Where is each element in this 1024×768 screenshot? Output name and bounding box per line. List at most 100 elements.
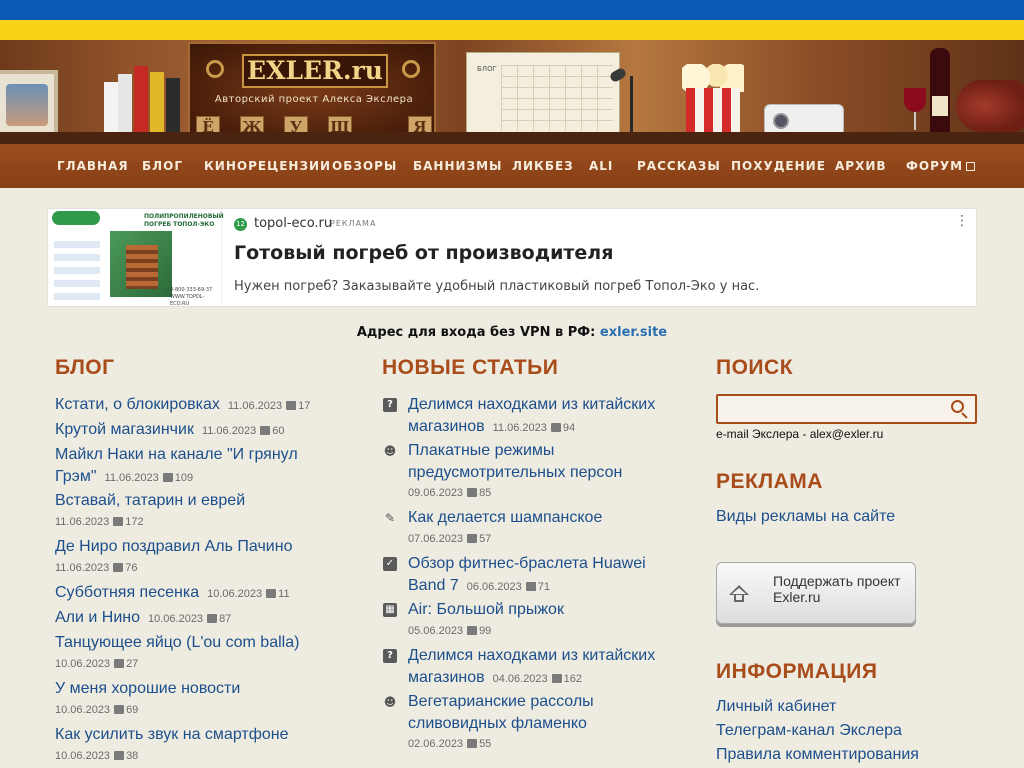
header-banner: EXLER.ru Авторский проект Алекса Экслера… xyxy=(0,40,1024,144)
comment-icon xyxy=(207,614,218,623)
article-item-title[interactable]: Вегетарианские рассолы xyxy=(408,693,594,710)
nav-item-bannizmy[interactable]: БАННИЗМЫ xyxy=(413,144,502,188)
ring-icon xyxy=(402,60,420,78)
blog-item[interactable]: Кстати, о блокировках 11.06.2023 17 xyxy=(55,394,355,417)
article-item-title[interactable]: Делимся находками из китайских xyxy=(408,647,655,664)
pencil-icon: ✎ xyxy=(384,511,396,525)
info-link-telegram[interactable]: Телеграм-канал Экслера xyxy=(716,722,902,740)
blog-item[interactable]: Вставай, татарин и еврей xyxy=(55,490,355,512)
article-item[interactable]: Делимся находками из китайских магазинов 1… xyxy=(408,394,698,439)
nav-item-likbez[interactable]: ЛИКБЕЗ xyxy=(512,144,574,188)
info-link-rules[interactable]: Правила комментирования xyxy=(716,746,919,764)
article-item-title-cont[interactable]: магазинов xyxy=(408,418,485,435)
comment-icon xyxy=(467,739,478,748)
ad-block[interactable]: ПОЛИПРОПИЛЕНОВЫЙ ПОГРЕБ ТОПОЛ-ЭКО 8-800-… xyxy=(47,208,977,307)
blog-item-date: 11.06.2023 xyxy=(104,472,159,484)
ad-image[interactable]: ПОЛИПРОПИЛЕНОВЫЙ ПОГРЕБ ТОПОЛ-ЭКО 8-800-… xyxy=(48,209,224,308)
vpn-notice: Адрес для входа без VPN в РФ: exler.site xyxy=(0,325,1024,340)
nav-item-blog[interactable]: БЛОГ xyxy=(142,144,183,188)
article-item-title-cont[interactable]: магазинов xyxy=(408,669,485,686)
blog-item[interactable]: У меня хорошие новости xyxy=(55,678,355,700)
ad-image-brand-logo xyxy=(52,211,100,225)
article-item-title[interactable]: Делимся находками из китайских xyxy=(408,396,655,413)
ad-description: Нужен погреб? Заказывайте удобный пласти… xyxy=(234,279,760,294)
search-icon[interactable] xyxy=(951,400,969,419)
info-link-cabinet[interactable]: Личный кабинет xyxy=(716,698,836,716)
blog-item-date: 11.06.2023 xyxy=(227,400,283,412)
site-logo[interactable]: EXLER.ru Авторский проект Алекса Экслера xyxy=(188,42,436,142)
ad-image-bullets xyxy=(54,235,100,301)
vpn-link[interactable]: exler.site xyxy=(600,325,667,340)
clapperboard-icon: ▦ xyxy=(383,603,397,617)
nav-item-forum[interactable]: ФОРУМ xyxy=(906,144,976,188)
support-project-button[interactable]: Поддержать проект Exler.ru xyxy=(716,562,916,624)
blog-item[interactable]: Как усилить звук на смартфоне xyxy=(55,724,355,746)
blog-item-title[interactable]: Крутой магазинчик xyxy=(55,421,194,438)
nav-item-reviews[interactable]: КИНОРЕЦЕНЗИИ xyxy=(204,144,331,188)
nav-item-overviews[interactable]: ОБЗОРЫ xyxy=(332,144,397,188)
comment-icon xyxy=(260,426,271,435)
nav-item-home[interactable]: ГЛАВНАЯ xyxy=(57,144,129,188)
article-item-title-cont[interactable]: предусмотрительных персон xyxy=(408,464,622,481)
article-item-comments: 94 xyxy=(562,422,576,434)
article-item[interactable]: Air: Большой прыжок xyxy=(408,599,698,621)
blog-item[interactable]: Субботняя песенка 10.06.2023 11 xyxy=(55,582,355,605)
comment-icon xyxy=(113,563,124,572)
support-project-label: Поддержать проект Exler.ru xyxy=(773,573,901,605)
blog-item-date: 11.06.2023 xyxy=(201,425,257,437)
article-item-title[interactable]: Air: Большой прыжок xyxy=(408,601,564,618)
blog-item[interactable]: Де Ниро поздравил Аль Пачино xyxy=(55,536,355,558)
blog-item[interactable]: Танцующее яйцо (L'ou com balla) xyxy=(55,632,355,654)
ads-heading: РЕКЛАМА xyxy=(716,470,823,493)
article-item[interactable]: Как делается шампанское xyxy=(408,507,698,529)
article-item[interactable]: Плакатные режимы предусмотрительных персо… xyxy=(408,440,698,484)
arrow-up-icon xyxy=(729,585,749,605)
blog-item-title[interactable]: Кстати, о блокировках xyxy=(55,396,220,413)
clipboard-check-icon: ✓ xyxy=(383,557,397,571)
article-item[interactable]: Вегетарианские рассолы сливовидных фламен… xyxy=(408,691,698,735)
article-item-meta: 04.06.2023 162 xyxy=(493,673,582,685)
search-input[interactable] xyxy=(722,399,942,419)
article-item[interactable]: Делимся находками из китайских магазинов 0… xyxy=(408,645,698,690)
nav-item-diet[interactable]: ПОХУДЕНИЕ xyxy=(731,144,826,188)
nav-item-ali[interactable]: ALI xyxy=(589,144,613,188)
blog-item-meta: 11.06.2023 60 xyxy=(202,425,285,437)
article-item-title[interactable]: Плакатные режимы xyxy=(408,442,554,459)
blog-item-title[interactable]: Али и Нино xyxy=(55,609,140,626)
blog-item-comments: 87 xyxy=(219,613,232,625)
smiley-icon: ☻ xyxy=(383,695,397,709)
blog-item-title[interactable]: Де Ниро поздравил Аль Пачино xyxy=(55,538,292,555)
wine-bottle-icon xyxy=(930,48,950,138)
article-item[interactable]: Обзор фитнес-браслета Huawei Band 7 06.06.… xyxy=(408,553,698,598)
blog-item-title[interactable]: У меня хорошие новости xyxy=(55,680,240,697)
ad-image-phone: 8-800-333-69-37 WWW.TOPOL-ECO.RU xyxy=(170,287,221,308)
comment-icon xyxy=(550,423,561,432)
blog-item-comments: 109 xyxy=(174,472,194,484)
ad-source[interactable]: topol-eco.ru xyxy=(254,216,332,231)
article-item-title-cont[interactable]: сливовидных фламенко xyxy=(408,715,587,732)
article-item-title-cont[interactable]: Band 7 xyxy=(408,577,459,594)
article-item-title[interactable]: Как делается шампанское xyxy=(408,509,602,526)
blog-item-title[interactable]: Субботняя песенка xyxy=(55,584,199,601)
blog-item-date: 11.06.2023 xyxy=(55,516,110,528)
nav-item-stories[interactable]: РАССКАЗЫ xyxy=(637,144,721,188)
more-options-icon[interactable]: ⋮ xyxy=(954,213,970,229)
blog-item-title[interactable]: Вставай, татарин и еврей xyxy=(55,492,245,509)
article-item-title[interactable]: Обзор фитнес-браслета Huawei xyxy=(408,555,646,572)
calendar-decoration: БЛОГ xyxy=(466,52,620,138)
article-item-comments: 162 xyxy=(563,673,583,685)
blog-item-title[interactable]: Танцующее яйцо (L'ou com balla) xyxy=(55,634,299,651)
blog-item-title[interactable]: Как усилить звук на смартфоне xyxy=(55,726,288,743)
ham-icon xyxy=(956,80,1024,132)
blog-item-comments: 11 xyxy=(278,588,290,600)
blog-item-title[interactable]: Майкл Наки на канале "И грянул xyxy=(55,446,298,463)
blog-item-date: 10.06.2023 xyxy=(55,704,111,716)
blog-item[interactable]: Крутой магазинчик 11.06.2023 60 xyxy=(55,419,355,442)
nav-item-archive[interactable]: АРХИВ xyxy=(835,144,887,188)
ad-title[interactable]: Готовый погреб от производителя xyxy=(234,242,613,264)
blog-item[interactable]: Майкл Наки на канале "И грянул Грэм" 11.06… xyxy=(55,444,355,489)
blog-item[interactable]: Али и Нино 10.06.2023 87 xyxy=(55,607,355,630)
ads-link[interactable]: Виды рекламы на сайте xyxy=(716,508,895,526)
article-item-comments: 57 xyxy=(479,533,492,545)
blog-item-title-cont[interactable]: Грэм" xyxy=(55,468,97,485)
